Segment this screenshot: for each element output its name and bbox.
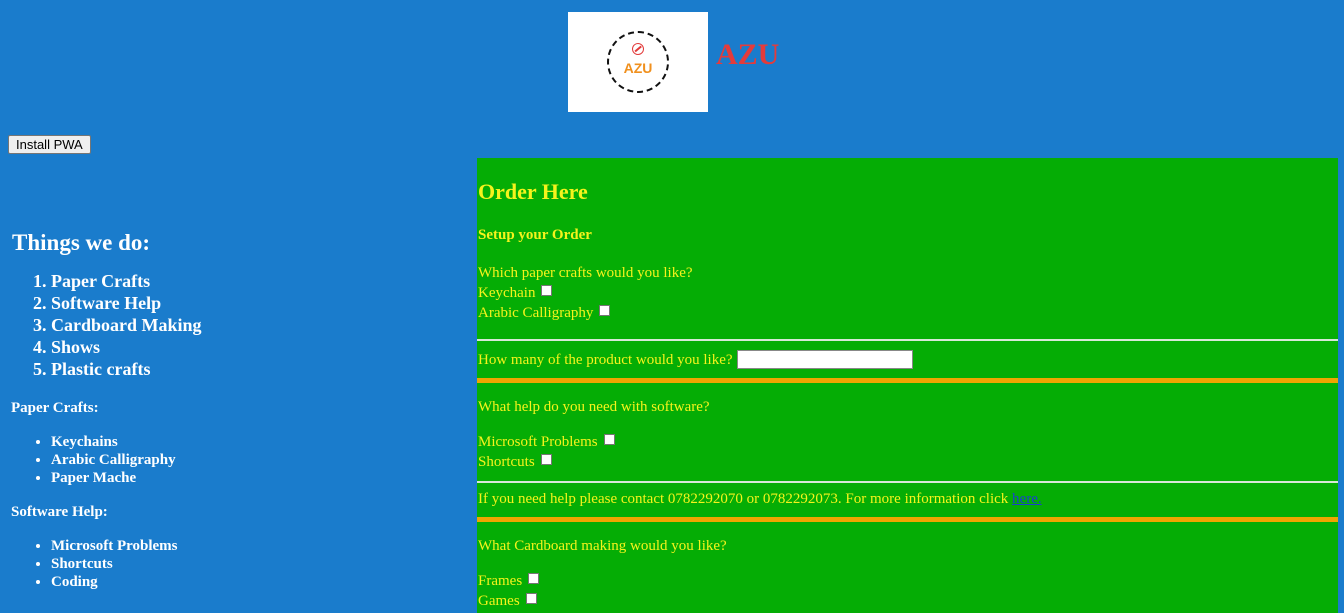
option-label: Keychain <box>478 285 536 301</box>
setup-heading: Setup your Order <box>478 227 592 243</box>
logo: AZU <box>568 12 708 112</box>
list-item: Arabic Calligraphy <box>51 451 470 469</box>
paper-question: Which paper crafts would you like? <box>478 265 693 281</box>
list-item: Plastic crafts <box>51 358 470 380</box>
no-entry-icon <box>632 43 644 55</box>
option-arabic-calligraphy: Arabic Calligraphy <box>478 305 611 322</box>
option-frames: Frames <box>478 573 540 590</box>
software-help-heading: Software Help: <box>11 504 108 520</box>
order-title: Order Here <box>478 179 588 204</box>
frames-checkbox[interactable] <box>528 573 540 584</box>
list-item: Software Help <box>51 292 470 314</box>
software-help-list: Microsoft Problems Shortcuts Coding <box>0 537 470 591</box>
keychain-checkbox[interactable] <box>541 285 553 296</box>
paper-crafts-list: Keychains Arabic Calligraphy Paper Mache <box>0 433 470 487</box>
section-divider <box>477 517 1338 522</box>
shortcuts-checkbox[interactable] <box>540 454 552 465</box>
paper-crafts-heading: Paper Crafts: <box>11 400 99 416</box>
arabic-calligraphy-checkbox[interactable] <box>599 305 611 316</box>
cardboard-question: What Cardboard making would you like? <box>478 538 727 554</box>
quantity-label: How many of the product would you like? <box>478 352 733 368</box>
option-label: Microsoft Problems <box>478 434 598 450</box>
brand-title: AZU <box>716 38 780 71</box>
page: AZU AZU Install PWA Things we do: Paper … <box>0 0 1344 613</box>
option-games: Games <box>478 593 537 610</box>
option-keychain: Keychain <box>478 285 553 302</box>
contact-row: If you need help please contact 07822920… <box>478 491 1042 508</box>
option-label: Frames <box>478 573 523 589</box>
option-label: Games <box>478 593 520 609</box>
quantity-row: How many of the product would you like? <box>478 350 914 369</box>
install-pwa-button[interactable]: Install PWA <box>8 135 91 154</box>
things-heading: Things we do: <box>12 230 151 255</box>
option-label: Shortcuts <box>478 454 535 470</box>
contact-text: If you need help please contact 07822920… <box>478 491 1009 507</box>
logo-badge: AZU <box>607 31 669 93</box>
option-shortcuts: Shortcuts <box>478 454 552 471</box>
option-label: Arabic Calligraphy <box>478 305 594 321</box>
more-info-link[interactable]: here. <box>1012 491 1042 507</box>
logo-text: AZU <box>623 60 653 76</box>
list-item: Paper Mache <box>51 469 470 487</box>
microsoft-problems-checkbox[interactable] <box>603 434 615 445</box>
quantity-input[interactable] <box>737 350 914 369</box>
list-item: Keychains <box>51 433 470 451</box>
list-item: Shows <box>51 336 470 358</box>
list-item: Paper Crafts <box>51 270 470 292</box>
section-divider <box>477 378 1338 383</box>
services-column: Things we do: Paper Crafts Software Help… <box>0 230 470 591</box>
option-microsoft-problems: Microsoft Problems <box>478 434 615 451</box>
divider <box>477 481 1338 483</box>
list-item: Shortcuts <box>51 555 470 573</box>
things-list: Paper Crafts Software Help Cardboard Mak… <box>0 270 470 380</box>
games-checkbox[interactable] <box>525 593 537 604</box>
software-question: What help do you need with software? <box>478 399 710 415</box>
list-item: Microsoft Problems <box>51 537 470 555</box>
order-form: Order Here Setup your Order Which paper … <box>477 158 1338 613</box>
divider <box>477 339 1338 341</box>
list-item: Coding <box>51 573 470 591</box>
list-item: Cardboard Making <box>51 314 470 336</box>
